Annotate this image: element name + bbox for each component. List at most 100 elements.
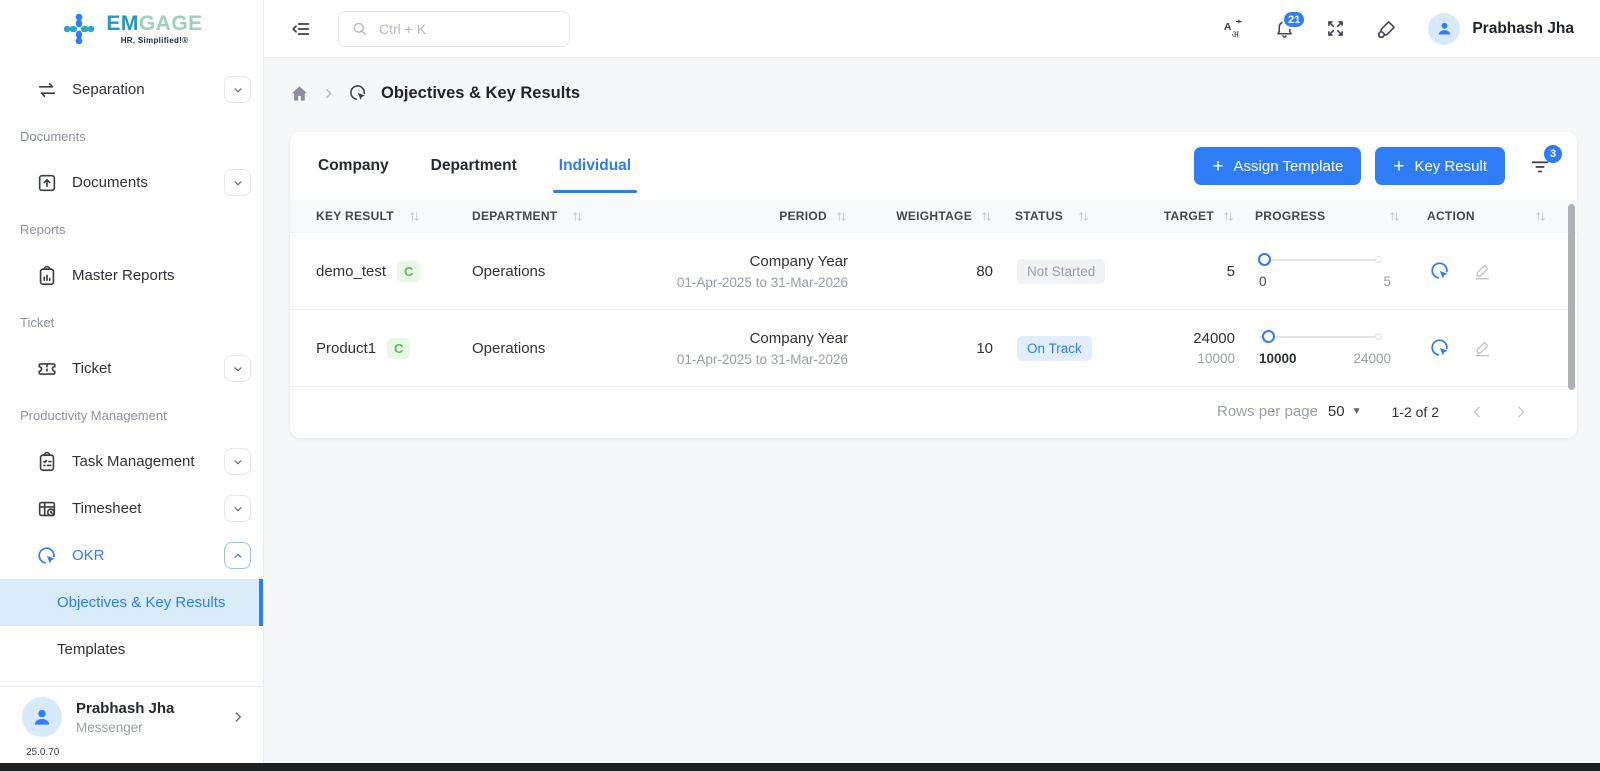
home-icon[interactable]: [290, 84, 309, 103]
sidebar-section-productivity: Productivity Management: [20, 407, 167, 423]
search-icon: [351, 20, 368, 37]
period-range: 01-Apr-2025 to 31-Mar-2026: [676, 351, 848, 367]
previous-page-icon[interactable]: [1469, 404, 1485, 420]
okr-target-icon: [36, 545, 58, 567]
sidebar-item-timesheet[interactable]: Timesheet: [0, 485, 263, 532]
sidebar-menu: Separation Documents Documents Reports M…: [0, 58, 263, 686]
chevron-down-icon[interactable]: [224, 355, 251, 382]
notification-count-badge: 21: [1282, 10, 1307, 29]
tab-individual[interactable]: Individual: [552, 151, 638, 193]
view-okr-icon[interactable]: [1429, 260, 1451, 282]
sidebar-item-label: Timesheet: [72, 500, 142, 517]
next-page-icon[interactable]: [1513, 404, 1529, 420]
plus-icon: +: [1212, 155, 1224, 177]
sort-icon[interactable]: [1534, 210, 1547, 223]
chevron-down-icon[interactable]: [224, 76, 251, 103]
global-search[interactable]: [338, 10, 570, 47]
table-row[interactable]: Product1 C Operations Company Year 01-Ap…: [290, 309, 1577, 386]
sort-icon[interactable]: [835, 210, 848, 223]
period-range: 01-Apr-2025 to 31-Mar-2026: [676, 274, 848, 290]
filter-button[interactable]: 3: [1529, 145, 1562, 177]
sidebar-subitem-templates[interactable]: Templates: [0, 626, 263, 673]
fullscreen-icon[interactable]: [1325, 18, 1346, 39]
sort-icon[interactable]: [980, 210, 993, 223]
app-version: 25.0.70: [26, 747, 60, 758]
sidebar-item-master-reports[interactable]: Master Reports: [0, 252, 263, 299]
department-cell: Operations: [472, 262, 546, 280]
status-badge: Not Started: [1017, 258, 1106, 284]
key-result-name: Product1: [316, 339, 377, 357]
sidebar-item-label: Separation: [72, 81, 145, 98]
sidebar-user-card[interactable]: Prabhash Jha Messenger 25.0.70: [0, 686, 263, 763]
rows-per-page-select[interactable]: 50 ▼: [1328, 403, 1362, 420]
period-title: Company Year: [749, 329, 848, 347]
company-badge: C: [397, 260, 421, 282]
logo-tagline: HR, Simplified!®: [120, 36, 189, 45]
sort-icon[interactable]: [571, 210, 584, 223]
sidebar-item-ticket[interactable]: Ticket: [0, 345, 263, 392]
topbar-user-name: Prabhash Jha: [1472, 19, 1574, 37]
rows-per-page-label: Rows per page: [1217, 403, 1318, 420]
sort-icon[interactable]: [1077, 210, 1090, 223]
sidebar-item-separation[interactable]: Separation: [0, 66, 263, 113]
edit-pencil-icon[interactable]: [1473, 262, 1492, 281]
view-okr-icon[interactable]: [1429, 337, 1451, 359]
sidebar-section-reports: Reports: [20, 221, 66, 237]
chevron-right-icon: [322, 87, 335, 100]
sort-icon[interactable]: [408, 210, 421, 223]
table-row[interactable]: demo_test C Operations Company Year 01-A…: [290, 232, 1577, 309]
assign-template-button[interactable]: + Assign Template: [1194, 147, 1362, 185]
swap-arrows-icon: [36, 79, 58, 101]
chevron-down-icon[interactable]: [224, 169, 251, 196]
view-tabs: Company Department Individual: [316, 151, 638, 193]
sidebar-item-documents[interactable]: Documents: [0, 159, 263, 206]
sort-icon[interactable]: [1222, 210, 1235, 223]
filter-count-badge: 3: [1544, 145, 1562, 163]
sidebar-item-okr[interactable]: OKR: [0, 532, 263, 579]
page-title: Objectives & Key Results: [381, 83, 580, 102]
progress-slider[interactable]: [1258, 253, 1382, 266]
sidebar-subitem-objectives-key-results[interactable]: Objectives & Key Results: [0, 579, 263, 626]
svg-text:अ: अ: [1232, 29, 1240, 40]
chevron-down-icon[interactable]: [224, 448, 251, 475]
topbar-user-menu[interactable]: Prabhash Jha: [1428, 12, 1574, 45]
table-footer: Rows per page 50 ▼ 1-2 of 2: [290, 386, 1577, 436]
logo-wordmark: EMGAGE: [106, 12, 203, 35]
chevron-down-icon[interactable]: [224, 495, 251, 522]
notifications-bell-icon[interactable]: 21: [1274, 10, 1307, 39]
search-input[interactable]: [377, 19, 557, 38]
clipboard-chart-icon: [36, 265, 58, 287]
sidebar: EMGAGE HR, Simplified!® Separation Docum…: [0, 0, 264, 763]
app-logo[interactable]: EMGAGE HR, Simplified!®: [0, 0, 263, 58]
target-value: 5: [1226, 262, 1235, 280]
sidebar-section-ticket: Ticket: [20, 314, 55, 330]
target-secondary-value: 10000: [1197, 351, 1235, 366]
progress-min-label: 10000: [1259, 351, 1297, 366]
sidebar-item-label: Ticket: [72, 360, 112, 377]
slider-handle[interactable]: [1258, 253, 1271, 266]
theme-paintbrush-icon[interactable]: [1376, 18, 1398, 40]
collapse-sidebar-icon[interactable]: [290, 18, 312, 40]
weightage-cell: 10: [976, 339, 993, 357]
emgage-logo-icon: [64, 13, 95, 45]
main-area: Aअ 21 Prabhash Jha: [264, 0, 1600, 763]
clipboard-list-icon: [36, 451, 58, 473]
window-bottom-edge: [0, 763, 1600, 771]
okr-card: Company Department Individual + Assign T…: [290, 132, 1577, 438]
progress-slider[interactable]: [1259, 330, 1382, 343]
translate-icon[interactable]: Aअ: [1222, 18, 1244, 40]
slider-handle[interactable]: [1262, 330, 1275, 343]
edit-pencil-icon[interactable]: [1473, 339, 1492, 358]
avatar: [1428, 12, 1461, 45]
key-result-button[interactable]: + Key Result: [1375, 147, 1505, 185]
app-window: EMGAGE HR, Simplified!® Separation Docum…: [0, 0, 1600, 763]
sort-icon[interactable]: [1388, 210, 1401, 223]
progress-max-label: 5: [1383, 274, 1391, 289]
period-title: Company Year: [749, 252, 848, 270]
tab-department[interactable]: Department: [429, 151, 519, 181]
table-scrollbar[interactable]: [1568, 204, 1575, 390]
tab-company[interactable]: Company: [316, 151, 391, 181]
chevron-up-icon[interactable]: [224, 542, 251, 569]
sidebar-item-task-management[interactable]: Task Management: [0, 438, 263, 485]
plus-icon: +: [1393, 155, 1405, 177]
